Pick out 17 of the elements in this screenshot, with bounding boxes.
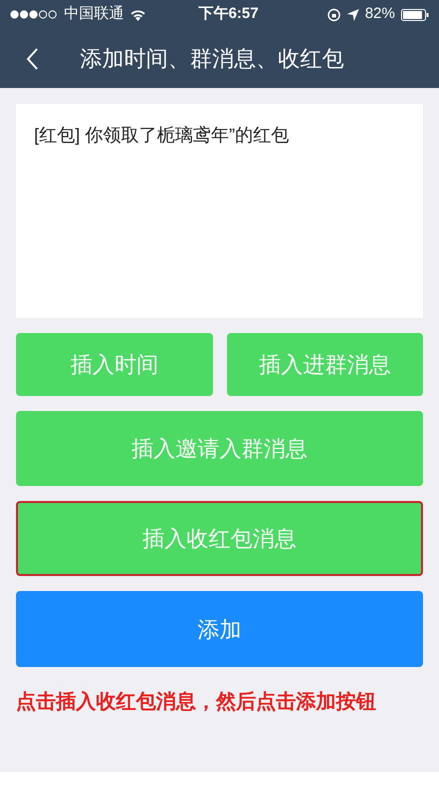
location-icon [346,8,359,20]
status-time: 下午6:57 [197,4,260,24]
rotation-lock-icon [326,8,341,22]
message-field[interactable]: [红包] 你领取了栀璃鸢年”的红包 [16,104,423,318]
add-button[interactable]: 添加 [16,591,423,667]
battery-percent: 82% [364,4,395,24]
insert-button[interactable]: 插入进群消息 [226,333,423,396]
back-icon [25,46,39,70]
insert-button[interactable]: 插入邀请入群消息 [16,411,423,486]
wifi-icon [130,8,146,20]
signal-icon [10,10,58,19]
battery-icon [401,8,429,20]
insert-button[interactable]: 插入收红包消息 [16,501,423,576]
carrier-name: 中国联通 [64,4,124,24]
instruction-text: 点击插入收红包消息，然后点击添加按钮 [16,690,377,715]
insert-button[interactable]: 插入时间 [16,333,212,396]
page-title: 添加时间、群消息、收红包 [80,45,344,73]
